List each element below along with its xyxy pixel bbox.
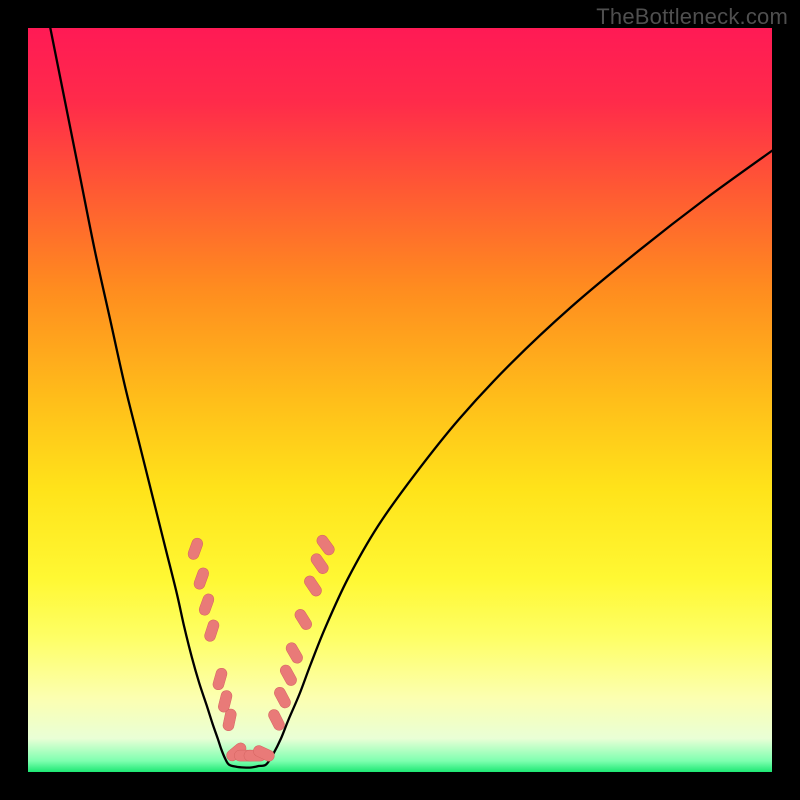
plot-area	[28, 28, 772, 772]
chart-svg	[28, 28, 772, 772]
watermark-text: TheBottleneck.com	[596, 4, 788, 30]
gradient-background	[28, 28, 772, 772]
chart-stage: TheBottleneck.com	[0, 0, 800, 800]
